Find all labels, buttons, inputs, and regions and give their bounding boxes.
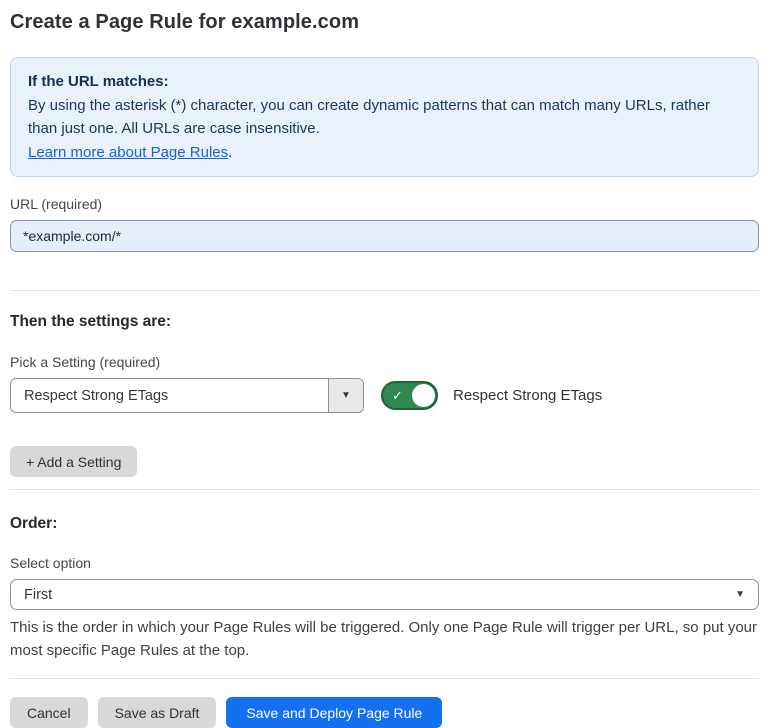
- settings-section-heading: Then the settings are:: [10, 313, 759, 331]
- chevron-down-icon: ▼: [735, 590, 745, 600]
- toggle-knob: [412, 384, 435, 407]
- setting-toggle-wrap: ✓ Respect Strong ETags: [381, 381, 602, 410]
- link-suffix: .: [228, 144, 232, 161]
- setting-select-arrow-button[interactable]: ▼: [328, 379, 363, 412]
- footer-actions: Cancel Save as Draft Save and Deploy Pag…: [10, 697, 759, 728]
- pick-setting-label: Pick a Setting (required): [10, 354, 759, 370]
- order-select-label: Select option: [10, 555, 759, 571]
- chevron-down-icon: ▼: [341, 391, 351, 401]
- order-section-heading: Order:: [10, 515, 759, 533]
- save-and-deploy-button[interactable]: Save and Deploy Page Rule: [226, 697, 442, 728]
- footer-divider: [10, 678, 759, 679]
- info-box-heading: If the URL matches:: [28, 70, 741, 93]
- etags-toggle[interactable]: ✓: [381, 381, 438, 410]
- page-title: Create a Page Rule for example.com: [10, 10, 759, 34]
- order-select[interactable]: First ▼: [10, 579, 759, 610]
- toggle-label: Respect Strong ETags: [453, 387, 602, 404]
- section-divider: [10, 489, 759, 490]
- create-page-rule-form: Create a Page Rule for example.com If th…: [0, 0, 769, 728]
- setting-row: Respect Strong ETags ▼ ✓ Respect Strong …: [10, 378, 759, 413]
- order-help-text: This is the order in which your Page Rul…: [10, 617, 759, 662]
- setting-select-value: Respect Strong ETags: [11, 379, 328, 412]
- order-select-value: First: [24, 587, 735, 603]
- save-as-draft-button[interactable]: Save as Draft: [98, 697, 217, 728]
- url-match-info-box: If the URL matches: By using the asteris…: [10, 57, 759, 177]
- section-divider: [10, 290, 759, 291]
- url-label: URL (required): [10, 196, 759, 212]
- cancel-button[interactable]: Cancel: [10, 697, 88, 728]
- info-box-link-line: Learn more about Page Rules.: [28, 141, 741, 164]
- setting-select[interactable]: Respect Strong ETags ▼: [10, 378, 364, 413]
- url-input[interactable]: [10, 220, 759, 252]
- learn-more-link[interactable]: Learn more about Page Rules: [28, 144, 228, 161]
- check-icon: ✓: [392, 387, 403, 404]
- info-box-body: By using the asterisk (*) character, you…: [28, 94, 741, 140]
- add-setting-button[interactable]: + Add a Setting: [10, 446, 137, 477]
